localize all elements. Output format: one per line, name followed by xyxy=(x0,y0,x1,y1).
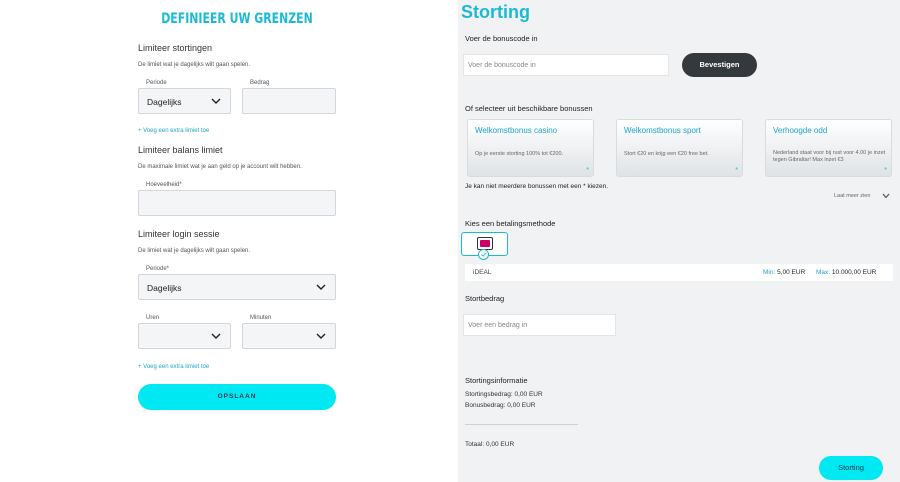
deposit-title: Storting xyxy=(461,2,530,22)
confirm-button[interactable]: Bevestigen xyxy=(682,53,757,77)
chevron-down-icon xyxy=(316,284,326,290)
chevron-down-icon xyxy=(211,333,221,339)
payment-method-label: Kies een betalingsmethode xyxy=(465,219,556,228)
deposit-total: Totaal: 0,00 EUR xyxy=(465,441,515,448)
check-icon xyxy=(478,249,489,260)
divider xyxy=(465,424,578,425)
payment-min: Min: 5,00 EUR xyxy=(763,269,806,276)
bonus-code-input[interactable]: Voer de bonuscode in xyxy=(463,54,669,76)
chevron-down-icon[interactable] xyxy=(882,193,890,199)
deposit-info-title: Stortingsinformatie xyxy=(465,376,528,385)
add-session-limit-link[interactable]: + Voeg een extra limiet toe xyxy=(138,364,209,370)
limits-panel: DEFINIEER UW GRENZEN Limiteer stortingen… xyxy=(0,0,458,482)
deposit-limit-desc: De limiet wat je dagelijks wilt gaan spe… xyxy=(138,62,251,68)
minutes-label: Minuten xyxy=(250,315,272,321)
payment-method-name: iDEAL xyxy=(473,269,492,276)
deposit-info-amount: Stortingsbedrag: 0,00 EUR xyxy=(465,391,543,398)
deposit-submit-button[interactable]: Storting xyxy=(819,456,883,480)
ideal-logo-icon xyxy=(477,237,493,250)
bonus-code-label: Voer de bonuscode in xyxy=(465,34,538,43)
add-deposit-limit-link[interactable]: + Voeg een extra limiet toe xyxy=(138,128,209,134)
session-period-select[interactable]: Dagelijks xyxy=(138,274,336,300)
balance-limit-desc: De maximale limiet wat je aan geld op je… xyxy=(138,164,302,170)
period-label: Periode xyxy=(146,80,167,86)
deposit-panel: Storting Voer de bonuscode in Voer de bo… xyxy=(458,0,900,482)
hours-select[interactable] xyxy=(138,323,231,349)
session-period-value: Dagelijks xyxy=(147,283,182,293)
bonus-code-placeholder: Voer de bonuscode in xyxy=(468,62,536,69)
bonus-card-sport[interactable]: Welkomstbonus sport Stort €20 en krijg e… xyxy=(616,119,743,177)
amount-label: Bedrag xyxy=(250,80,270,86)
payment-method-row: iDEAL Min: 5,00 EUR Max: 10.000,00 EUR xyxy=(465,264,893,281)
session-period-label: Periode* xyxy=(146,266,170,272)
hours-label: Uren xyxy=(146,315,160,321)
deposit-limit-title: Limiteer stortingen xyxy=(138,43,213,53)
limits-title: DEFINIEER UW GRENZEN xyxy=(161,11,313,27)
bonus-card-title: Welkomstbonus sport xyxy=(624,126,701,135)
save-button[interactable]: OPSLAAN xyxy=(138,384,336,410)
deposit-amount-input[interactable] xyxy=(242,88,336,114)
balance-amount-label: Hoeveelheid* xyxy=(146,182,182,188)
bonus-card-title: Verhoogde odd xyxy=(773,126,828,135)
multi-bonus-note: Je kan niet meerdere bonussen met een * … xyxy=(465,183,609,190)
balance-limit-title: Limiteer balans limiet xyxy=(138,145,223,155)
minutes-select[interactable] xyxy=(242,323,336,349)
asterisk-icon: * xyxy=(884,167,887,174)
bonus-card-desc: Nederland staat voor bij rust voor 4.00 … xyxy=(773,150,886,163)
deposit-period-value: Dagelijks xyxy=(147,97,182,107)
deposit-amount-placeholder: Voer een bedrag in xyxy=(468,322,528,329)
session-limit-title: Limiteer login sessie xyxy=(138,229,220,239)
bonus-card-desc: Stort €20 en krijg een €20 free bet. xyxy=(624,151,709,157)
bonus-card-desc: Op je eerste storting 100% tot €200. xyxy=(475,151,564,157)
asterisk-icon: * xyxy=(586,167,589,174)
asterisk-icon: * xyxy=(735,167,738,174)
deposit-info-bonus: Bonusbedrag: 0,00 EUR xyxy=(465,402,536,409)
chevron-down-icon xyxy=(211,98,221,104)
bonus-select-label: Of selecteer uit beschikbare bonussen xyxy=(465,104,593,113)
bonus-card-odds[interactable]: Verhoogde odd Nederland staat voor bij r… xyxy=(765,119,892,177)
chevron-down-icon xyxy=(316,333,326,339)
deposit-amount-label: Stortbedrag xyxy=(465,294,505,303)
payment-max: Max: 10.000,00 EUR xyxy=(816,269,877,276)
balance-amount-input[interactable] xyxy=(138,190,336,216)
show-more-link[interactable]: Laat meer zien xyxy=(834,193,870,199)
bonus-card-title: Welkomstbonus casino xyxy=(475,126,558,135)
deposit-amount-input[interactable]: Voer een bedrag in xyxy=(463,314,616,336)
bonus-card-casino[interactable]: Welkomstbonus casino Op je eerste storti… xyxy=(467,119,594,177)
session-limit-desc: De limiet wat je dagelijks wilt gaan spe… xyxy=(138,248,251,254)
deposit-period-select[interactable]: Dagelijks xyxy=(138,88,231,114)
